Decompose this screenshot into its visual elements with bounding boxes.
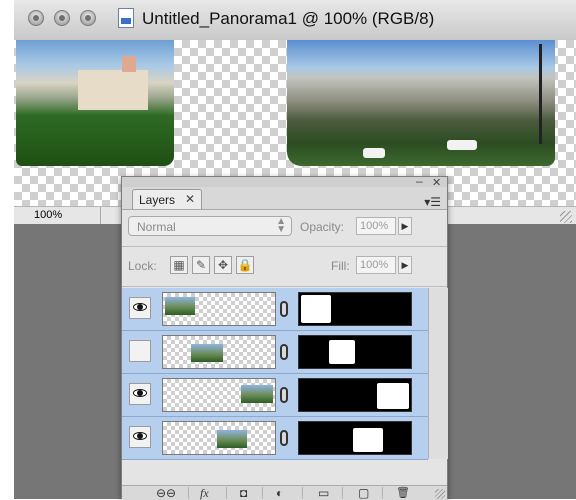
mask-white-area: [329, 340, 355, 364]
status-divider: [100, 207, 101, 225]
mask-white-area: [353, 428, 383, 452]
layer-mask-thumbnail[interactable]: [298, 378, 412, 412]
lamp-post-image: [539, 44, 542, 144]
fill-label: Fill:: [331, 259, 350, 273]
layers-panel-body: Normal ▲ ▼ Opacity: 100% ▶ Lock: ▦ ✎ ✥ 🔒 …: [122, 209, 448, 500]
opacity-field[interactable]: 100%: [356, 217, 396, 235]
building-image: [78, 56, 148, 110]
layer-row[interactable]: [122, 288, 428, 331]
add-mask-icon[interactable]: ◘: [240, 486, 247, 500]
resize-grip[interactable]: [560, 211, 572, 223]
panel-menu-button[interactable]: ▾☰: [424, 195, 441, 209]
window-title: Untitled_Panorama1 @ 100% (RGB/8): [142, 9, 435, 28]
layer-row[interactable]: [122, 331, 428, 374]
layer-style-fx-icon[interactable]: fx: [200, 486, 209, 500]
mask-white-area: [377, 383, 409, 409]
toolbar-separator: [342, 487, 343, 499]
select-arrows-icon: ▲ ▼: [276, 216, 286, 235]
panorama-image-right: [287, 40, 555, 166]
panorama-image-left: [16, 40, 174, 166]
toolbar-separator: [188, 487, 189, 499]
minimize-window-button[interactable]: [54, 10, 70, 26]
mask-white-area: [301, 295, 331, 323]
eye-icon: [133, 303, 147, 311]
eye-icon: [133, 432, 147, 440]
document-window: Untitled_Panorama1 @ 100% (RGB/8) 100% –…: [0, 0, 576, 500]
eye-icon: [133, 389, 147, 397]
new-group-icon[interactable]: ▭: [318, 486, 329, 500]
zoom-level[interactable]: 100%: [34, 209, 62, 221]
layers-bottom-toolbar: ⊖⊖ fx ◘ ◐ ▭ ▢ 🗑: [122, 485, 447, 500]
opacity-label: Opacity:: [300, 220, 345, 234]
layer-mask-thumbnail[interactable]: [298, 335, 412, 369]
tab-layers[interactable]: Layers ✕: [132, 189, 202, 210]
tab-layers-label: Layers: [139, 193, 176, 207]
all-lock-icon[interactable]: 🔒: [236, 256, 254, 274]
toolbar-separator: [382, 487, 383, 499]
layer-visibility-toggle[interactable]: [129, 383, 151, 405]
layer-image-fragment: [241, 385, 273, 403]
mask-link-icon[interactable]: [280, 387, 288, 403]
mask-link-icon[interactable]: [280, 301, 288, 317]
blend-row: Normal ▲ ▼ Opacity: 100% ▶: [128, 216, 440, 238]
car-image: [447, 140, 477, 150]
fill-field[interactable]: 100%: [356, 256, 396, 274]
blend-mode-select[interactable]: Normal ▲ ▼: [128, 216, 292, 236]
panel-drag-bar[interactable]: – ✕: [122, 174, 447, 189]
mask-link-icon[interactable]: [280, 344, 288, 360]
layer-thumbnail[interactable]: [162, 378, 276, 412]
toolbar-separator: [226, 487, 227, 499]
mask-link-icon[interactable]: [280, 430, 288, 446]
toolbar-separator: [262, 487, 263, 499]
panel-divider: [122, 246, 447, 247]
lock-label: Lock:: [128, 259, 157, 273]
layer-thumbnail[interactable]: [162, 292, 276, 326]
transparent-pixels-lock-icon[interactable]: ▦: [170, 256, 188, 274]
layer-mask-thumbnail[interactable]: [298, 292, 412, 326]
new-layer-icon[interactable]: ▢: [358, 486, 369, 500]
layer-image-fragment: [191, 344, 223, 362]
blend-mode-value: Normal: [137, 220, 176, 234]
layers-list: [122, 288, 448, 460]
layer-image-fragment: [165, 297, 195, 315]
close-window-button[interactable]: [28, 10, 44, 26]
link-layers-icon[interactable]: ⊖⊖: [156, 486, 176, 500]
image-pixels-lock-icon[interactable]: ✎: [192, 256, 210, 274]
layer-visibility-toggle[interactable]: [129, 340, 151, 362]
layer-row[interactable]: [122, 417, 428, 460]
title-bar[interactable]: Untitled_Panorama1 @ 100% (RGB/8): [14, 0, 576, 41]
close-panel-button[interactable]: ✕: [432, 176, 441, 189]
layer-mask-thumbnail[interactable]: [298, 421, 412, 455]
layers-panel: – ✕ Layers ✕ ▾☰ Normal ▲ ▼ Opacity: 100% …: [121, 174, 448, 500]
layer-row[interactable]: [122, 374, 428, 417]
layer-thumbnail[interactable]: [162, 335, 276, 369]
position-lock-icon[interactable]: ✥: [214, 256, 232, 274]
document-proxy-icon[interactable]: [118, 8, 134, 28]
car-image: [363, 148, 385, 158]
collapse-panel-button[interactable]: –: [416, 174, 423, 188]
layer-thumbnail[interactable]: [162, 421, 276, 455]
panel-divider: [122, 286, 447, 287]
opacity-slider-button[interactable]: ▶: [398, 217, 412, 235]
delete-layer-icon[interactable]: 🗑: [396, 486, 410, 500]
layer-image-fragment: [217, 430, 247, 448]
lock-row: Lock: ▦ ✎ ✥ 🔒 Fill: 100% ▶: [128, 256, 440, 278]
adjustment-layer-icon[interactable]: ◐: [276, 486, 283, 500]
zoom-window-button[interactable]: [80, 10, 96, 26]
layers-scrollbar[interactable]: [428, 288, 448, 459]
layer-visibility-toggle[interactable]: [129, 426, 151, 448]
fill-slider-button[interactable]: ▶: [398, 256, 412, 274]
tab-close-icon[interactable]: ✕: [185, 192, 195, 206]
layer-visibility-toggle[interactable]: [129, 297, 151, 319]
panel-resize-grip[interactable]: [435, 489, 445, 499]
toolbar-separator: [302, 487, 303, 499]
